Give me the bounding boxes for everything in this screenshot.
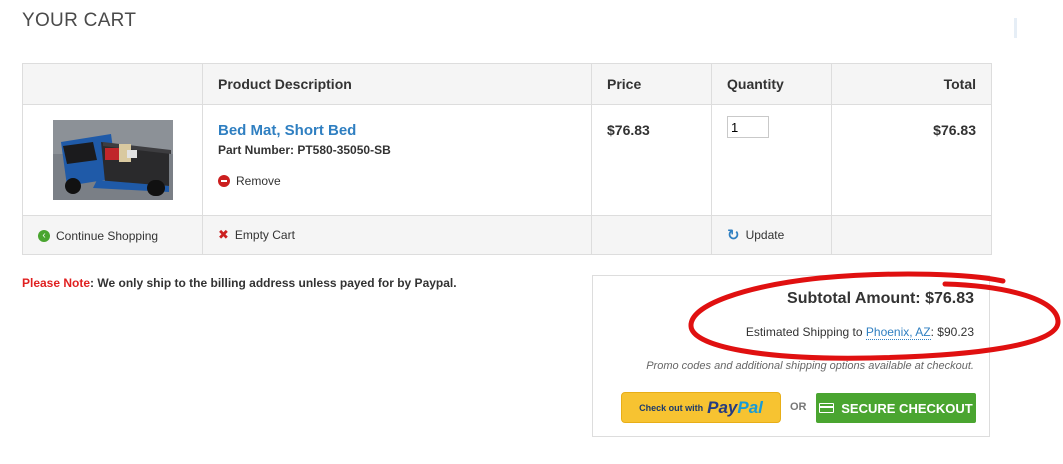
cart-actions-row: ‹ Continue Shopping ✖ Empty Cart ↻ Updat… — [22, 215, 992, 255]
total-cell: $76.83 — [831, 104, 992, 216]
item-total: $76.83 — [933, 122, 976, 138]
product-image[interactable] — [52, 120, 173, 200]
product-name-link[interactable]: Bed Mat, Short Bed — [218, 122, 356, 139]
update-button[interactable]: ↻ Update — [727, 226, 784, 244]
credit-card-icon — [819, 403, 835, 413]
paypal-logo-pal: Pal — [737, 397, 763, 417]
price-cell: $76.83 — [591, 104, 712, 216]
paypal-logo-pay: Pay — [707, 397, 738, 417]
paypal-prefix: Check out with — [639, 402, 704, 413]
update-cell: ↻ Update — [711, 215, 832, 255]
estimated-shipping: Estimated Shipping to Phoenix, AZ: $90.2… — [745, 325, 974, 340]
quantity-header: Quantity — [711, 63, 832, 105]
product-description-cell: Bed Mat, Short Bed Part Number: PT580-35… — [202, 104, 592, 216]
total-header: Total — [831, 63, 992, 105]
arrow-left-circle-icon: ‹ — [38, 230, 50, 242]
secure-checkout-button[interactable]: SECURE CHECKOUT — [816, 393, 976, 423]
table-header-row: Product Description Price Quantity Total — [22, 63, 992, 105]
order-summary-box: Subtotal Amount: $76.83 Estimated Shippi… — [592, 275, 990, 437]
page-title: YOUR CART — [22, 10, 137, 31]
table-row: Bed Mat, Short Bed Part Number: PT580-35… — [22, 104, 992, 216]
empty-cart-link[interactable]: ✖ Empty Cart — [218, 227, 295, 243]
paypal-checkout-button[interactable]: Check out with PayPal — [621, 392, 781, 423]
note-text: We only ship to the billing address unle… — [97, 276, 457, 290]
continue-cell: ‹ Continue Shopping — [22, 215, 203, 255]
or-separator: OR — [790, 401, 807, 413]
remove-button[interactable]: Remove — [218, 174, 576, 188]
empty-cell: ✖ Empty Cart — [202, 215, 592, 255]
continue-shopping-link[interactable]: ‹ Continue Shopping — [38, 229, 158, 243]
close-icon: ✖ — [218, 227, 229, 242]
shipping-location-link[interactable]: Phoenix, AZ — [865, 325, 931, 340]
remove-label: Remove — [236, 174, 281, 188]
shipping-note: Please Note: We only ship to the billing… — [22, 276, 457, 290]
subtotal-amount: Subtotal Amount: $76.83 — [787, 290, 974, 307]
part-number: Part Number: PT580-35050-SB — [218, 143, 391, 157]
image-header — [22, 63, 203, 105]
product-image-cell — [22, 104, 203, 216]
note-label: Please Note — [22, 276, 91, 290]
continue-shopping-label: Continue Shopping — [56, 229, 159, 243]
empty-cart-label: Empty Cart — [234, 228, 295, 242]
blank-cell — [591, 215, 712, 255]
shipping-amount: : $90.23 — [930, 325, 974, 339]
scroll-indicator — [1014, 18, 1017, 38]
update-label: Update — [745, 228, 785, 242]
paypal-logo: PayPal — [707, 398, 763, 418]
quantity-cell — [711, 104, 832, 216]
remove-icon — [218, 175, 230, 187]
description-header: Product Description — [202, 63, 592, 105]
shipping-prefix: Estimated Shipping to — [745, 325, 866, 339]
item-price: $76.83 — [607, 122, 650, 138]
quantity-input[interactable] — [727, 116, 769, 138]
blank-cell — [831, 215, 992, 255]
promo-note: Promo codes and additional shipping opti… — [646, 360, 974, 372]
price-header: Price — [591, 63, 712, 105]
refresh-icon: ↻ — [727, 227, 740, 244]
cart-table: Product Description Price Quantity Total — [22, 63, 992, 255]
secure-checkout-label: SECURE CHECKOUT — [841, 400, 973, 416]
